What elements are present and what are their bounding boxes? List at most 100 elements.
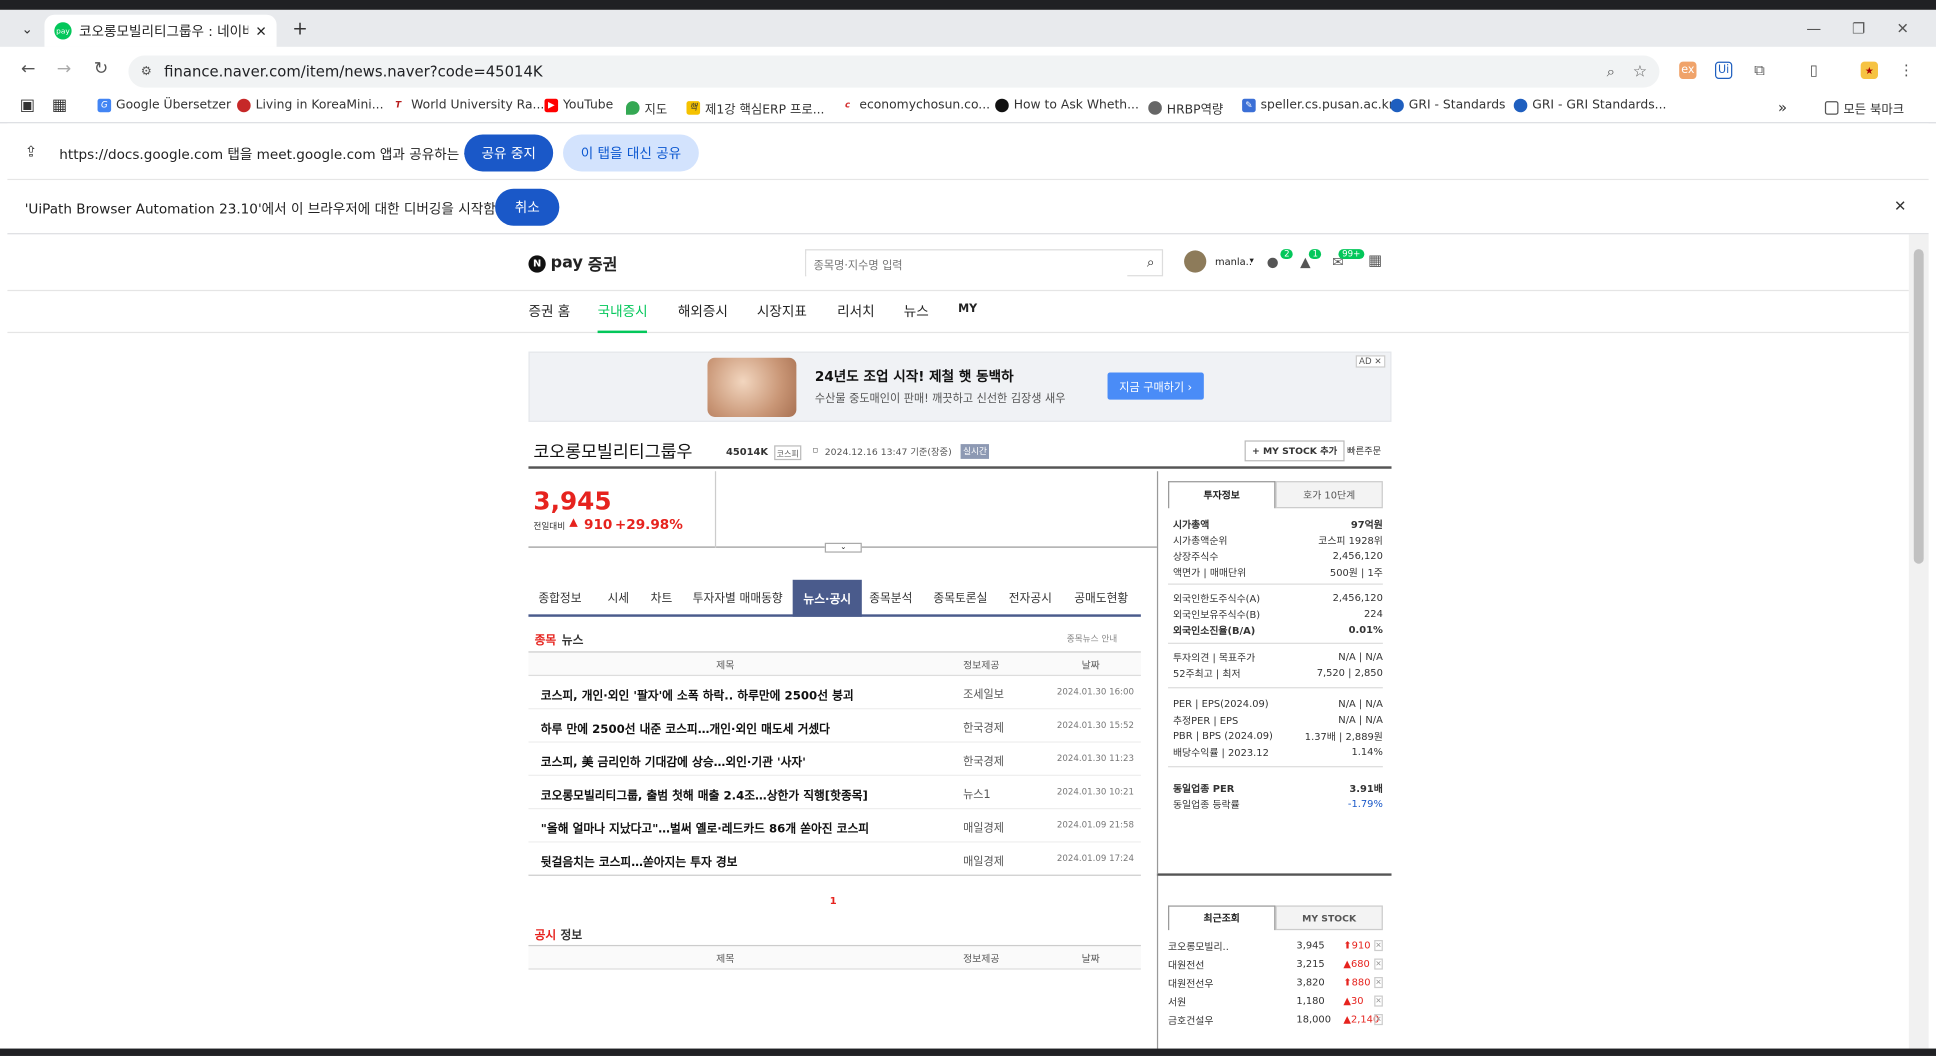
news-title-link[interactable]: 코스피, 개인·외인 '팔자'에 소폭 하락.. 하루만에 2500선 붕괴 (541, 686, 854, 704)
recent-name[interactable]: 대원전선 (1168, 960, 1204, 971)
new-tab-button[interactable]: + (286, 15, 313, 42)
tab-overview[interactable]: 종합정보 (538, 580, 581, 615)
apps-grid-icon[interactable]: ▦ (52, 96, 67, 115)
nav-news[interactable]: 뉴스 (904, 301, 929, 321)
chrome-menu-icon[interactable]: ⋮ (1898, 62, 1915, 79)
tab-search-chevron-icon[interactable]: ⌄ (14, 15, 41, 42)
window-close-icon[interactable]: ✕ (1896, 20, 1908, 37)
remove-icon[interactable]: ✕ (1374, 995, 1383, 1007)
services-grid-icon[interactable]: ▦ (1368, 252, 1382, 269)
news-row[interactable]: 코스피, 美 금리인하 기대감에 상승…외인·기관 '사자' 한국경제 2024.0… (528, 743, 1141, 776)
all-bookmarks-button[interactable]: 모든 북마크 (1824, 99, 1904, 117)
tab-groups-icon[interactable]: ▣ (20, 96, 35, 115)
expand-chevron-icon[interactable]: ⌄ (824, 542, 862, 553)
user-name[interactable]: manla.. (1215, 257, 1252, 268)
news-guide-link[interactable]: 종목뉴스 안내 (1067, 633, 1117, 645)
remove-icon[interactable]: ✕ (1374, 977, 1383, 989)
add-my-stock-button[interactable]: + MY STOCK 추가 (1244, 440, 1345, 462)
stop-sharing-button[interactable]: 공유 중지 (464, 134, 554, 172)
ad-badge[interactable]: AD ✕ (1355, 355, 1386, 368)
stock-search-input[interactable] (806, 254, 1128, 279)
remove-icon[interactable]: ✕ (1374, 1014, 1383, 1026)
cancel-debugging-button[interactable]: 취소 (495, 188, 560, 226)
nav-domestic[interactable]: 국내증시 (597, 301, 648, 334)
news-title-link[interactable]: 코오롱모빌리티그룹, 출범 첫해 매출 2.4조…상한가 직행[핫종목] (541, 786, 868, 804)
news-title-link[interactable]: "올해 얼마나 지났다고"…벌써 옐로·레드카드 86개 쏟아진 코스피 (541, 819, 869, 837)
bookmark-speller[interactable]: ✎ speller.cs.pusan.ac.kr (1242, 98, 1394, 113)
user-avatar[interactable] (1184, 250, 1207, 273)
nav-overseas[interactable]: 해외증시 (678, 301, 728, 321)
tab-invest-info[interactable]: 투자정보 (1168, 481, 1276, 509)
news-title-link[interactable]: 코스피, 美 금리인하 기대감에 상승…외인·기관 '사자' (541, 752, 806, 770)
recent-name[interactable]: 대원전선우 (1168, 978, 1213, 989)
recent-row[interactable]: 대원전선우 3,820 ⬆880 ✕ (1168, 977, 1383, 996)
bookmark-hrbp[interactable]: HRBP역량 (1148, 99, 1223, 117)
tab-investor-trend[interactable]: 투자자별 매매동향 (693, 580, 783, 615)
browser-tab-active[interactable]: pay 코오롱모빌리티그룹우 : 네이버 ✕ (44, 14, 277, 47)
nav-stock-home[interactable]: 증권 홈 (528, 301, 570, 321)
bookmark-how-to-ask[interactable]: How to Ask Wheth... (995, 98, 1139, 113)
news-page-current[interactable]: 1 (830, 896, 837, 907)
news-row[interactable]: 뒷걸음치는 코스피…쏟아지는 투자 경보 매일경제 2024.01.09 17:24 (528, 843, 1141, 876)
bookmark-erp[interactable]: 핵 제1강 핵심ERP 프로... (686, 99, 824, 117)
extensions-puzzle-icon[interactable]: ⧉ (1751, 61, 1768, 79)
tab-orderbook-10[interactable]: 호가 10단계 (1275, 481, 1383, 509)
tab-short-selling[interactable]: 공매도현황 (1074, 580, 1128, 615)
recent-name[interactable]: 금호건설우 (1168, 1015, 1213, 1026)
reading-list-icon[interactable]: ▯ (1805, 62, 1822, 79)
page-scrollbar[interactable] (1908, 234, 1929, 1049)
bookmark-google-translate[interactable]: G Google Übersetzer (97, 98, 232, 113)
bookmark-gri-gri-standards[interactable]: GRI - GRI Standards... (1513, 98, 1666, 113)
tab-close-icon[interactable]: ✕ (255, 23, 266, 39)
tab-e-disclosure[interactable]: 전자공시 (1009, 580, 1052, 615)
news-row[interactable]: 하루 만에 2500선 내준 코스피…개인·외인 매도세 거셌다 한국경제 2024… (528, 709, 1141, 743)
user-menu-chevron-icon[interactable]: ▾ (1250, 255, 1254, 265)
tab-news-disclosure[interactable]: 뉴스·공시 (792, 579, 862, 617)
search-icon[interactable]: ⌕ (1147, 254, 1155, 271)
remove-icon[interactable]: ✕ (1374, 958, 1383, 970)
bookmark-gri-standards[interactable]: GRI - Standards (1390, 98, 1506, 113)
recent-name[interactable]: 서원 (1168, 997, 1186, 1008)
remove-icon[interactable]: ✕ (1374, 940, 1383, 952)
scrollbar-thumb[interactable] (1913, 249, 1924, 564)
tab-recent[interactable]: 최근조회 (1168, 905, 1276, 931)
bookmark-living-in-korea[interactable]: Living in KoreaMini... (237, 98, 384, 113)
tab-analysis[interactable]: 종목분석 (869, 580, 912, 615)
news-row[interactable]: 코스피, 개인·외인 '팔자'에 소폭 하락.. 하루만에 2500선 붕괴 조세… (528, 676, 1141, 710)
nav-market-index[interactable]: 시장지표 (757, 301, 807, 321)
minimize-icon[interactable]: — (1806, 20, 1821, 37)
quick-order-button[interactable]: 빠른주문 (1347, 444, 1381, 458)
back-icon[interactable]: ← (21, 59, 35, 79)
bookmark-the-ranking[interactable]: T World University Ra... (390, 98, 544, 113)
tab-my-stock[interactable]: MY STOCK (1275, 905, 1383, 931)
profile-avatar[interactable]: ★ (1860, 61, 1878, 79)
recent-name[interactable]: 코오롱모빌리.. (1168, 941, 1229, 952)
recent-row[interactable]: 코오롱모빌리.. 3,945 ⬆910 ✕ (1168, 940, 1383, 959)
bookmark-youtube[interactable]: ▶ YouTube (544, 98, 613, 113)
news-title-link[interactable]: 하루 만에 2500선 내준 코스피…개인·외인 매도세 거셌다 (541, 719, 830, 737)
bookmark-star-icon[interactable]: ☆ (1633, 62, 1647, 81)
bookmarks-more-button[interactable]: » (1778, 99, 1787, 116)
site-info-icon[interactable]: ⚙ (141, 65, 152, 79)
zoom-icon[interactable]: ⌕ (1607, 62, 1615, 81)
nav-research[interactable]: 리서치 (837, 301, 875, 321)
recent-row[interactable]: 서원 1,180 ▲30 ✕ (1168, 995, 1383, 1015)
address-bar[interactable]: ⚙ finance.naver.com/item/news.naver?code… (128, 55, 1660, 88)
talk-icon[interactable]: ● (1267, 254, 1279, 270)
naver-pay-logo[interactable]: N pay 증권 (528, 252, 617, 275)
tab-chart[interactable]: 차트 (651, 580, 673, 615)
extension-ex-icon[interactable]: ex (1679, 61, 1697, 79)
ad-banner[interactable]: 24년도 조업 시작! 제철 햇 동백하 수산물 중도매인이 판매! 깨끗하고 … (528, 351, 1392, 422)
bookmark-maps[interactable]: 지도 (625, 99, 667, 117)
tab-price[interactable]: 시세 (607, 580, 629, 615)
forward-icon[interactable]: → (57, 59, 71, 79)
ad-cta-button[interactable]: 지금 구매하기 › (1107, 372, 1204, 400)
share-this-tab-button[interactable]: 이 탭을 대신 공유 (563, 134, 699, 172)
uipath-extension-icon[interactable]: Ui (1714, 61, 1733, 79)
nav-my[interactable]: MY (958, 303, 977, 315)
restore-icon[interactable]: ❐ (1852, 20, 1865, 37)
news-title-link[interactable]: 뒷걸음치는 코스피…쏟아지는 투자 경보 (541, 852, 738, 870)
recent-row[interactable]: 대원전선 3,215 ▲680 ✕ (1168, 958, 1383, 978)
news-row[interactable]: 코오롱모빌리티그룹, 출범 첫해 매출 2.4조…상한가 직행[핫종목] 뉴스1 2… (528, 776, 1141, 810)
news-row[interactable]: "올해 얼마나 지났다고"…벌써 옐로·레드카드 86개 쏟아진 코스피 매일경제… (528, 809, 1141, 843)
